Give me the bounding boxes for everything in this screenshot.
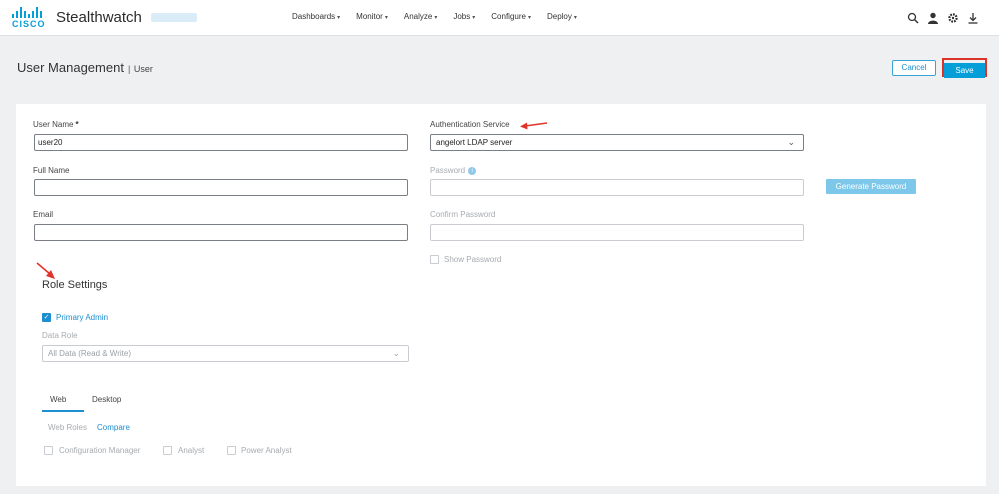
confirm-password-input[interactable]: [430, 224, 804, 241]
configuration-manager-checkbox[interactable]: [44, 446, 53, 455]
analyst-checkbox[interactable]: [163, 446, 172, 455]
annotation-arrow-icon: [520, 122, 548, 130]
primary-admin-label[interactable]: Primary Admin: [56, 313, 108, 322]
power-analyst-label: Power Analyst: [241, 446, 292, 455]
menu-deploy[interactable]: Deploy ▾: [547, 12, 577, 21]
primary-admin-checkbox[interactable]: ✓: [42, 313, 51, 322]
chevron-down-icon: ⌄: [787, 137, 795, 147]
save-button[interactable]: Save: [944, 63, 985, 78]
page-subtitle: User: [133, 64, 153, 74]
search-icon[interactable]: [907, 11, 921, 25]
user-name-label: User Name *: [33, 120, 79, 129]
password-label: Password i: [430, 166, 477, 175]
redacted-hostname: [151, 13, 197, 22]
gear-icon[interactable]: [947, 11, 961, 25]
menu-jobs[interactable]: Jobs ▾: [453, 12, 475, 21]
chevron-down-icon: ▾: [527, 15, 531, 21]
power-analyst-checkbox[interactable]: [227, 446, 236, 455]
cancel-button[interactable]: Cancel: [892, 60, 936, 76]
analyst-label: Analyst: [178, 446, 205, 455]
top-navigation-bar: CISCO Stealthwatch Dashboards ▾ Monitor ▾ …: [0, 0, 999, 36]
user-form-card: User Name* Full Name Email Authenticatio…: [16, 104, 986, 486]
data-role-label: Data Role: [42, 331, 78, 340]
menu-configure[interactable]: Configure ▾: [491, 12, 531, 21]
password-input[interactable]: [430, 179, 804, 196]
chevron-down-icon: ▾: [573, 15, 577, 21]
web-roles-label: Web Roles: [48, 423, 87, 432]
chevron-down-icon: ▾: [472, 15, 476, 21]
chevron-down-icon: ▾: [384, 15, 388, 21]
show-password-label: Show Password: [444, 255, 502, 264]
user-icon[interactable]: [927, 11, 941, 25]
authentication-service-select[interactable]: angelort LDAP server ⌄: [430, 134, 804, 151]
chevron-down-icon: ▾: [434, 15, 438, 21]
download-icon[interactable]: [967, 11, 981, 25]
info-icon[interactable]: i: [468, 166, 477, 175]
annotation-arrow-icon: [36, 262, 55, 279]
email-input[interactable]: [34, 224, 408, 241]
main-menu: Dashboards ▾ Monitor ▾ Analyze ▾ Jobs ▾ Conf…: [292, 12, 593, 21]
confirm-password-label: Confirm Password: [430, 210, 496, 219]
authentication-service-label: Authentication Service: [430, 120, 510, 129]
generate-password-button[interactable]: Generate Password: [826, 179, 916, 194]
email-label: Email: [33, 210, 54, 219]
page-title: User Management | User: [17, 60, 153, 75]
cisco-logo[interactable]: CISCO: [12, 7, 46, 31]
header-icons: [901, 11, 981, 25]
full-name-label: Full Name: [33, 166, 70, 175]
chevron-down-icon: ▾: [337, 15, 341, 21]
menu-analyze[interactable]: Analyze ▾: [404, 12, 437, 21]
menu-dashboards[interactable]: Dashboards ▾: [292, 12, 340, 21]
product-name: Stealthwatch: [56, 9, 142, 26]
active-tab-indicator: [42, 410, 84, 412]
menu-monitor[interactable]: Monitor ▾: [356, 12, 388, 21]
cisco-logo-bars: [12, 7, 44, 18]
chevron-down-icon: ⌄: [392, 348, 400, 358]
tab-web[interactable]: Web: [50, 395, 66, 404]
user-name-input[interactable]: [34, 134, 408, 151]
show-password-checkbox[interactable]: [430, 255, 439, 264]
save-button-highlight: Save: [942, 58, 987, 78]
tab-desktop[interactable]: Desktop: [92, 395, 121, 404]
cisco-wordmark: CISCO: [12, 19, 46, 29]
configuration-manager-label: Configuration Manager: [59, 446, 141, 455]
full-name-input[interactable]: [34, 179, 408, 196]
compare-link[interactable]: Compare: [97, 423, 130, 432]
authentication-service-value: angelort LDAP server: [436, 138, 513, 147]
data-role-select[interactable]: All Data (Read & Write) ⌄: [42, 345, 409, 362]
data-role-value: All Data (Read & Write): [48, 349, 131, 358]
